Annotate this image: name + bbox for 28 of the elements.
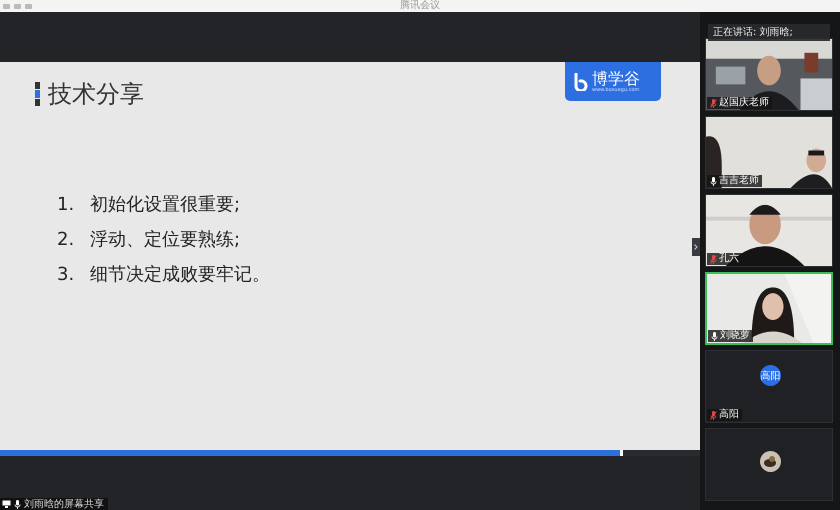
video-tile[interactable]: 孔六 <box>705 194 833 267</box>
video-tile[interactable]: 高阳 高阳 <box>705 350 833 423</box>
logo-icon <box>573 72 589 90</box>
participant-name: 吉吉老师 <box>707 175 762 187</box>
chevron-right-icon <box>694 244 698 250</box>
list-number: 2. <box>57 229 76 251</box>
screen-share-icon <box>2 500 11 508</box>
slide-title: 技术分享 <box>48 79 144 110</box>
title-mark-icon <box>35 82 40 106</box>
speaking-banner: 正在讲话: 刘雨晗; <box>708 24 830 41</box>
participant-name: 高阳 <box>707 409 742 421</box>
list-number: 1. <box>57 194 76 216</box>
participant-name: 孔六 <box>707 253 742 265</box>
list-number: 3. <box>57 264 76 286</box>
avatar: 高阳 <box>760 365 781 386</box>
video-tile[interactable]: 赵国庆老师 <box>705 38 833 111</box>
list-item-text: 细节决定成败要牢记。 <box>90 264 270 286</box>
participant-name: 赵国庆老师 <box>707 97 772 109</box>
video-tile[interactable] <box>705 428 833 501</box>
collapse-handle[interactable] <box>692 238 700 256</box>
participant-name: 刘晓萝 <box>708 330 753 342</box>
logo-name: 博学谷 <box>592 70 640 86</box>
share-label: 刘雨晗的屏幕共享 <box>24 498 104 510</box>
list-item-text: 初始化设置很重要; <box>90 194 240 216</box>
video-tile[interactable]: 刘晓萝 <box>705 272 833 345</box>
mic-icon <box>14 500 21 508</box>
video-tile[interactable]: 吉吉老师 <box>705 116 833 189</box>
list-item-text: 浮动、定位要熟练; <box>90 229 240 251</box>
